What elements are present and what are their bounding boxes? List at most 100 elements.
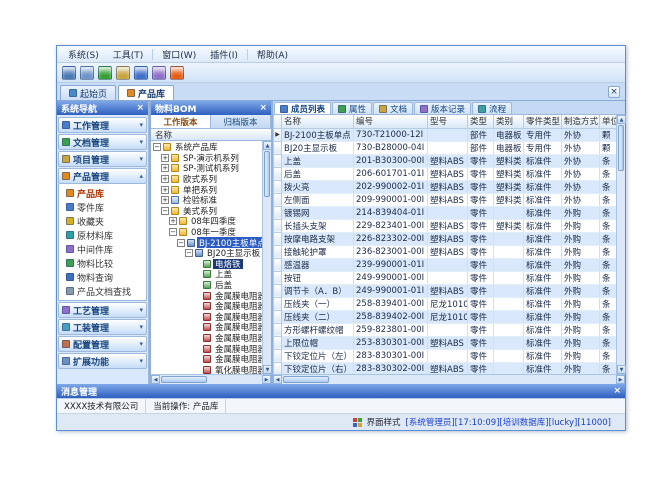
sidebar-item-0[interactable]: 产品库 <box>59 186 146 200</box>
menu-item-3[interactable]: 插件(I) <box>203 47 245 62</box>
column-header-1[interactable]: 编号 <box>354 115 428 128</box>
content-tab-3[interactable]: 版本记录 <box>414 102 471 114</box>
sidebar-item-3[interactable]: 原材料库 <box>59 228 146 242</box>
bom-tab-0[interactable]: 工作版本 <box>151 115 211 128</box>
sidebar-group-4[interactable]: 工艺管理▾ <box>58 302 147 318</box>
table-row[interactable]: 上盖201-B30300-00I塑料ABS零件塑料类标准件外协条 <box>274 154 617 167</box>
expand-icon[interactable]: + <box>161 186 169 194</box>
menu-item-0[interactable]: 系统(S) <box>61 47 106 62</box>
scroll-left-icon[interactable]: ◀ <box>151 375 160 384</box>
exit-icon[interactable] <box>170 66 184 80</box>
table-row[interactable]: 拨火亮202-990002-01I塑料ABS零件塑料类标准件外协条 <box>274 180 617 193</box>
sidebar-group-6[interactable]: 配置管理▾ <box>58 336 147 352</box>
sidebar-group-5[interactable]: 工装管理▾ <box>58 319 147 335</box>
expand-icon[interactable]: + <box>169 217 177 225</box>
collapse-icon[interactable]: − <box>169 228 177 236</box>
tree-node[interactable]: +欧式系列 <box>151 174 262 185</box>
scroll-thumb[interactable] <box>283 376 329 383</box>
interface-style-icon[interactable] <box>353 418 362 427</box>
column-header-7[interactable]: 单位 <box>600 115 617 128</box>
column-header-5[interactable]: 零件类型 <box>524 115 562 128</box>
column-header-0[interactable]: 名称 <box>282 115 354 128</box>
bom-tab-1[interactable]: 归档版本 <box>211 115 271 128</box>
scroll-up-icon[interactable]: ▲ <box>263 141 272 150</box>
expand-icon[interactable]: + <box>161 154 169 162</box>
tree-node[interactable]: 金属膜电阻器 <box>151 343 262 354</box>
message-close-icon[interactable]: × <box>613 387 621 396</box>
tree-node[interactable]: 上盖 <box>151 269 262 280</box>
table-row[interactable]: 按摩电路支架226-823302-00I塑料ABS零件标准件外购条 <box>274 232 617 245</box>
tree-node[interactable]: −BJ20主显示板 <box>151 248 262 259</box>
interface-style-label[interactable]: 界面样式 <box>367 416 401 428</box>
sidebar-group-2[interactable]: 项目管理▾ <box>58 151 147 167</box>
scroll-left-icon[interactable]: ◀ <box>273 375 282 384</box>
table-row[interactable]: 左侧面209-990001-00I塑料ABS零件塑料类标准件外协条 <box>274 193 617 206</box>
table-row[interactable]: 下铰定位片（左）283-830301-00I零件标准件外购条 <box>274 349 617 362</box>
content-tab-0[interactable]: 成员列表 <box>274 102 331 114</box>
page-tab-0[interactable]: 起始页 <box>60 85 116 100</box>
table-row[interactable]: 下铰定位片（右）283-830302-00I塑料ABS零件标准件外购条 <box>274 362 617 374</box>
scroll-thumb[interactable] <box>618 125 624 171</box>
content-tab-2[interactable]: 文档 <box>373 102 413 114</box>
table-row[interactable]: 压线夹（二）258-839402-00I尼龙1010零件标准件外购条 <box>274 310 617 323</box>
refresh-icon[interactable] <box>98 66 112 80</box>
collapse-icon[interactable]: − <box>161 207 169 215</box>
table-row[interactable]: 镀锡网214-839404-01I零件标准件外购条 <box>274 206 617 219</box>
column-header-3[interactable]: 类型 <box>468 115 494 128</box>
scroll-right-icon[interactable]: ▶ <box>262 375 271 384</box>
sidebar-group-1[interactable]: 文档管理▾ <box>58 134 147 150</box>
expand-icon[interactable]: + <box>161 164 169 172</box>
tree-node[interactable]: 电烙铁 <box>151 259 262 270</box>
content-tab-1[interactable]: 属性 <box>332 102 372 114</box>
table-row[interactable]: BJ20主显示板730-B28000-04I部件电器板专用件外协颗 <box>274 141 617 154</box>
tree-node[interactable]: 金属膜电阻器 <box>151 354 262 365</box>
table-row[interactable]: 调节卡（A．B）249-990001-01I塑料ABS零件标准件外购条 <box>274 284 617 297</box>
tree-node[interactable]: −08年一季度 <box>151 227 262 238</box>
sidebar-group-7[interactable]: 扩展功能▾ <box>58 353 147 369</box>
table-horizontal-scrollbar[interactable]: ◀ ▶ <box>273 374 625 384</box>
tree-node[interactable]: 金属膜电阻器 <box>151 312 262 323</box>
expand-icon[interactable]: + <box>161 175 169 183</box>
table-row[interactable]: 方形螺杆螺纹帽259-823801-00I零件标准件外购条 <box>274 323 617 336</box>
style-icon[interactable] <box>152 66 166 80</box>
tree-node[interactable]: 金属膜电阻器 <box>151 322 262 333</box>
table-row[interactable]: 后盖206-601701-01I塑料ABS零件塑料类标准件外协条 <box>274 167 617 180</box>
table-row[interactable]: 上限位帽253-830301-00I塑料ABS零件标准件外购条 <box>274 336 617 349</box>
sidebar-item-5[interactable]: 物料比较 <box>59 256 146 270</box>
column-header-6[interactable]: 制造方式 <box>562 115 600 128</box>
message-panel-header[interactable]: 消息管理 × <box>57 384 625 398</box>
sidebar-item-7[interactable]: 产品文档查找 <box>59 284 146 298</box>
sidebar-item-1[interactable]: 零件库 <box>59 200 146 214</box>
tree-node[interactable]: 金属膜电阻器 <box>151 290 262 301</box>
menu-item-1[interactable]: 工具(T) <box>106 47 151 62</box>
scroll-right-icon[interactable]: ▶ <box>616 375 625 384</box>
tree-node[interactable]: +检验标准 <box>151 195 262 206</box>
tree-node[interactable]: −系统产品库 <box>151 142 262 153</box>
sidebar-item-2[interactable]: 收藏夹 <box>59 214 146 228</box>
tree-node[interactable]: −BJ-2100主板单点 <box>151 237 262 248</box>
sidebar-item-4[interactable]: 中间件库 <box>59 242 146 256</box>
scroll-up-icon[interactable]: ▲ <box>617 115 626 124</box>
table-row[interactable]: 长插头支架229-823401-00I塑料ABS零件塑料类标准件外购条 <box>274 219 617 232</box>
collapse-icon[interactable]: − <box>177 239 185 247</box>
sidebar-group-0[interactable]: 工作管理▾ <box>58 117 147 133</box>
collapse-icon[interactable]: − <box>185 249 193 257</box>
scroll-track[interactable] <box>617 172 625 365</box>
content-tab-4[interactable]: 流程 <box>472 102 512 114</box>
tree-node[interactable]: +SP-测试机系列 <box>151 163 262 174</box>
table-row[interactable]: ▶BJ-2100主板单点730-T21000-12I部件电器板专用件外协颗 <box>274 128 617 141</box>
column-header-2[interactable]: 型号 <box>428 115 468 128</box>
menu-item-2[interactable]: 窗口(W) <box>155 47 203 62</box>
expand-icon[interactable]: + <box>161 196 169 204</box>
table-row[interactable]: 按钮249-990001-00I零件标准件外购条 <box>274 271 617 284</box>
scroll-thumb[interactable] <box>264 151 270 197</box>
sidebar-close-icon[interactable]: × <box>136 104 144 113</box>
sidebar-item-6[interactable]: 物料查询 <box>59 270 146 284</box>
scroll-down-icon[interactable]: ▼ <box>617 365 626 374</box>
tree-horizontal-scrollbar[interactable]: ◀ ▶ <box>151 374 271 384</box>
tree-node[interactable]: 金属膜电阻器 <box>151 301 262 312</box>
navigator-icon[interactable] <box>80 66 94 80</box>
scroll-down-icon[interactable]: ▼ <box>263 365 272 374</box>
tree-node[interactable]: +SP-演示机系列 <box>151 153 262 164</box>
page-tab-1[interactable]: 产品库 <box>118 85 174 100</box>
